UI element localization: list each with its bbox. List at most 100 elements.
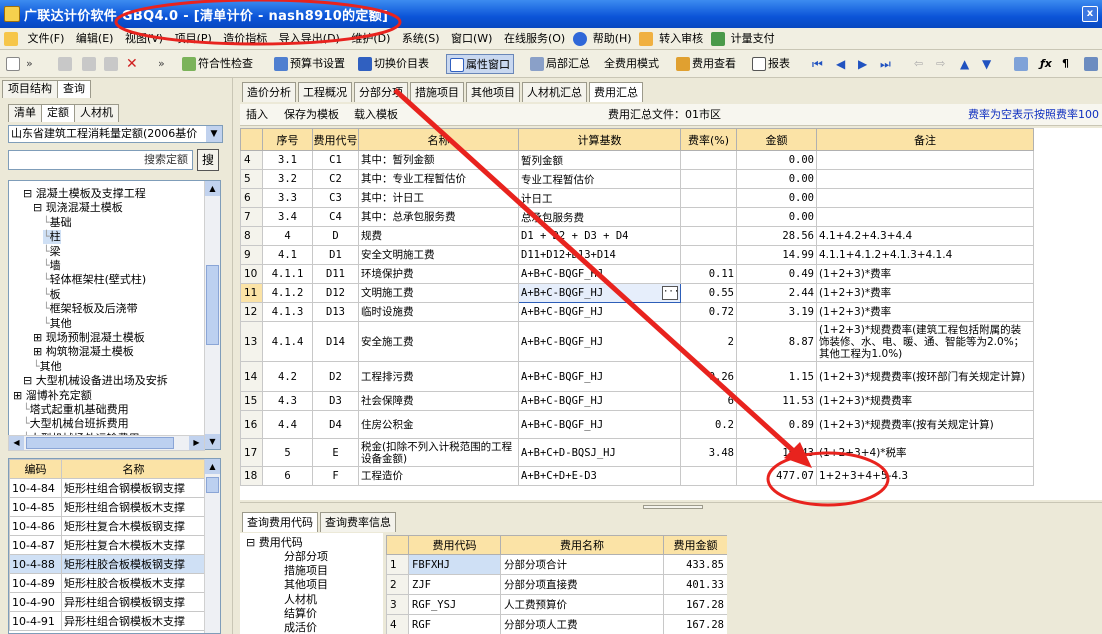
name-cell[interactable]: 环境保护费 (358, 264, 519, 284)
fee-code-tree-item[interactable]: 人材机 (284, 593, 317, 607)
paragraph-icon[interactable]: ¶ (1062, 54, 1069, 74)
fee-code-cell[interactable]: FBFXHJ (408, 554, 501, 575)
splitter-grip[interactable] (643, 505, 703, 509)
fee-amount-cell[interactable]: 433.85 (663, 554, 727, 575)
base-cell[interactable]: 专业工程暂估价 (518, 169, 681, 189)
tab-project-overview[interactable]: 工程概况 (298, 82, 352, 102)
tree-vertical-scrollbar[interactable]: ▲ ▼ (204, 181, 220, 449)
row-number[interactable]: 17 (240, 438, 263, 467)
table-row[interactable]: 11 4.1.2 D12 文明施工费 A+B+C-BQGF_HJ ··· 0.55 2.44(… (240, 283, 1034, 303)
name-cell[interactable]: 社会保障费 (358, 391, 519, 411)
seq-cell[interactable]: 5 (262, 438, 313, 467)
base-cell-editing[interactable]: A+B+C-BQGF_HJ ··· (518, 283, 681, 303)
tab-sub-items[interactable]: 分部分项 (354, 82, 408, 102)
tree-node[interactable]: ⊟ 现浇混凝土模板 (33, 201, 123, 215)
fee-code-cell[interactable]: RGF_YSJ (408, 594, 501, 615)
move-up-icon[interactable]: ▲ (960, 54, 969, 74)
scroll-right-icon[interactable]: ▶ (189, 436, 204, 450)
fee-code-tree-item[interactable]: 成活价 (284, 621, 317, 634)
save-template-button[interactable]: 保存为模板 (284, 104, 339, 126)
tab-measure-items[interactable]: 措施项目 (410, 82, 464, 102)
note-cell[interactable]: 1+2+3+4+5-4.3 (816, 466, 1034, 486)
amount-cell[interactable]: 14.99 (736, 245, 817, 265)
row-number[interactable]: 6 (240, 188, 263, 208)
seq-cell[interactable]: 4.2 (262, 361, 313, 392)
cut-icon[interactable] (58, 54, 74, 74)
tab-labor-material-machine[interactable]: 人材机 (74, 104, 119, 122)
fee-code-tree-item[interactable]: 结算价 (284, 607, 317, 621)
row-number[interactable]: 8 (240, 226, 263, 246)
tree-node[interactable]: └其他 (43, 317, 72, 331)
tab-quota[interactable]: 定额 (41, 104, 75, 122)
col-amount-header[interactable]: 金额 (736, 128, 817, 151)
table-row[interactable]: 7 3.4 C4 其中：总承包服务费 总承包服务费 0.00 (240, 207, 1034, 227)
name-cell[interactable]: 税金(扣除不列入计税范围的工程设备金额) (358, 438, 519, 467)
menu-help[interactable]: 帮助(H) (589, 28, 636, 50)
seq-cell[interactable]: 4.1 (262, 245, 313, 265)
table-row[interactable]: 17 5 E 税金(扣除不列入计税范围的工程设备金额) A+B+C+D-BQSJ_HJ 3… (240, 438, 1034, 467)
menu-measure-payment[interactable]: 计量支付 (727, 28, 779, 50)
menu-transfer-review[interactable]: 转入审核 (655, 28, 707, 50)
rate-cell[interactable] (680, 226, 737, 246)
tree-node[interactable]: └梁 (43, 245, 61, 259)
rate-cell[interactable] (680, 245, 737, 265)
note-cell[interactable]: (1+2+3+4)*税率 (816, 438, 1034, 467)
property-window-button[interactable]: 属性窗口 (446, 54, 514, 74)
seq-cell[interactable]: 3.1 (262, 150, 313, 170)
formula-icon[interactable]: ƒx (1040, 54, 1052, 74)
rate-cell[interactable] (680, 150, 737, 170)
table-row[interactable]: 9 4.1 D1 安全文明施工费 D11+D12+D13+D14 14.99 4.1.1+4… (240, 245, 1034, 265)
base-cell[interactable]: A+B+C-BQGF_HJ (518, 264, 681, 284)
col-code-header[interactable]: 编码 (9, 459, 62, 479)
grid-icon[interactable] (1084, 54, 1100, 74)
tree-expand-icon[interactable]: ⊞ (33, 345, 46, 358)
amount-cell[interactable]: 8.87 (736, 321, 817, 362)
row-number[interactable]: 16 (240, 410, 263, 439)
code-cell[interactable]: D2 (312, 361, 359, 392)
base-cell[interactable]: D1 + D2 + D3 + D4 (518, 226, 681, 246)
table-row[interactable]: 12 4.1.3 D13 临时设施费 A+B+C-BQGF_HJ 0.72 3.19 (1+2… (240, 302, 1034, 322)
menu-system[interactable]: 系统(S) (398, 28, 444, 50)
fee-code-root[interactable]: ⊟ 费用代码 (246, 536, 303, 550)
move-down-icon[interactable]: ▼ (982, 54, 991, 74)
base-cell[interactable]: D11+D12+D13+D14 (518, 245, 681, 265)
budget-settings-button[interactable]: 预算书设置 (274, 54, 345, 74)
base-cell[interactable]: A+B+C+D-BQSJ_HJ (518, 438, 681, 467)
name-cell[interactable]: 工程造价 (358, 466, 519, 486)
name-cell[interactable]: 规费 (358, 226, 519, 246)
seq-cell[interactable]: 6 (262, 466, 313, 486)
col-base-header[interactable]: 计算基数 (518, 128, 681, 151)
move-right-icon[interactable]: ⇨ (936, 54, 945, 74)
list-scroll-up-icon[interactable]: ▲ (205, 459, 220, 474)
code-cell[interactable]: C4 (312, 207, 359, 227)
prev-record-icon[interactable]: ◀ (836, 54, 845, 74)
menu-import-export[interactable]: 导入导出(D) (275, 28, 344, 50)
list-vertical-scrollbar[interactable]: ▲ (204, 459, 220, 633)
quota-library-select[interactable]: 山东省建筑工程消耗量定额(2006基价 ▼ (8, 125, 223, 143)
row-number[interactable]: 5 (240, 169, 263, 189)
col-seq-header[interactable]: 序号 (262, 128, 313, 151)
seq-cell[interactable]: 4.1.3 (262, 302, 313, 322)
tab-list[interactable]: 清单 (8, 104, 42, 122)
seq-cell[interactable]: 4 (262, 226, 313, 246)
horizontal-splitter[interactable] (240, 502, 1102, 510)
menu-project[interactable]: 项目(P) (171, 28, 216, 50)
col-rate-header[interactable]: 费率(%) (680, 128, 737, 151)
table-row[interactable]: 4 3.1 C1 其中：暂列金额 暂列金额 0.00 (240, 150, 1034, 170)
base-cell[interactable]: A+B+C-BQGF_HJ (518, 361, 681, 392)
amount-cell[interactable]: 0.89 (736, 410, 817, 439)
row-number[interactable]: 11 (240, 283, 263, 303)
name-cell[interactable]: 其中：专业工程暂估价 (358, 169, 519, 189)
tab-fee-summary[interactable]: 费用汇总 (589, 82, 643, 102)
note-cell[interactable] (816, 188, 1034, 208)
hscroll-thumb[interactable] (26, 437, 174, 449)
tree-collapse-icon[interactable]: ⊟ (23, 374, 36, 387)
new-file-icon[interactable] (6, 54, 22, 74)
tab-lmm-summary[interactable]: 人材机汇总 (522, 82, 587, 102)
bgrid-name-header[interactable]: 费用名称 (500, 535, 664, 555)
note-cell[interactable] (816, 150, 1034, 170)
rate-cell[interactable]: 0.2 (680, 410, 737, 439)
col-code-header[interactable]: 费用代号 (312, 128, 359, 151)
list-scroll-thumb[interactable] (206, 477, 219, 493)
scroll-down-icon[interactable]: ▼ (205, 434, 220, 449)
